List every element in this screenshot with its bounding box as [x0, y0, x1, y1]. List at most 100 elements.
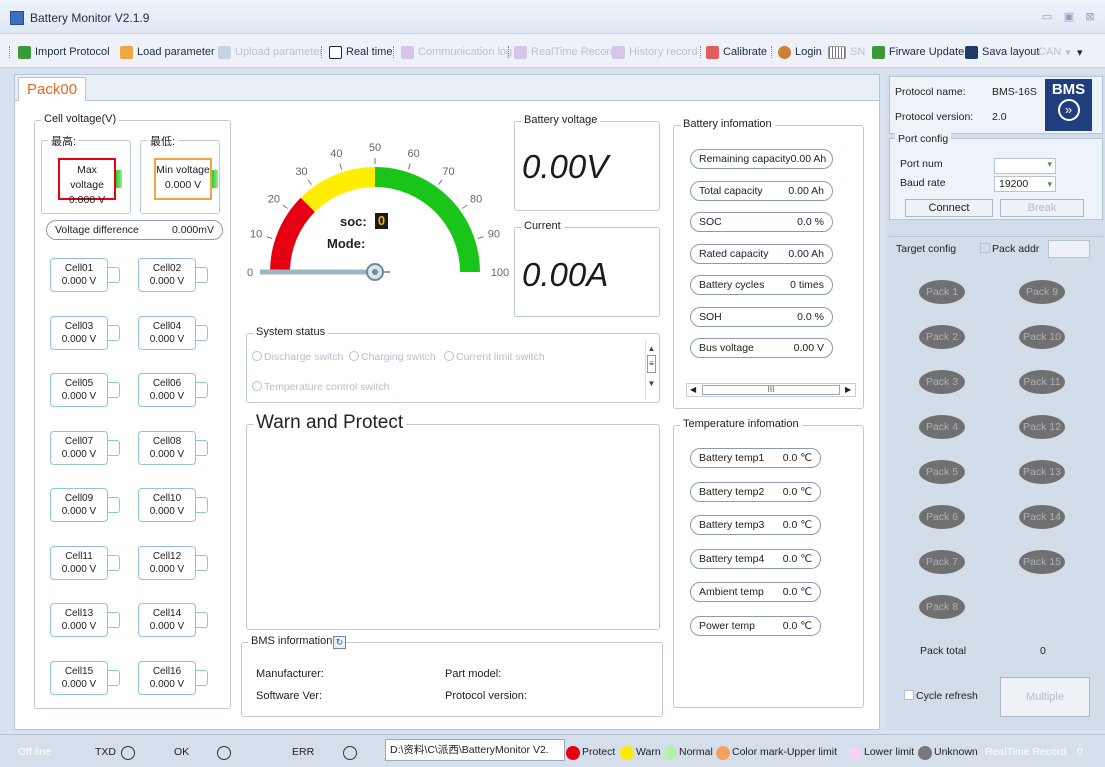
gauge-tick — [438, 179, 443, 185]
scroll-left-icon[interactable]: ◀ — [690, 384, 696, 396]
communication-log-label: Communication log — [418, 46, 513, 58]
hscroll-thumb[interactable]: III — [702, 385, 840, 395]
cell-box: Cell02 0.000 V — [138, 258, 196, 292]
firmware-update-button[interactable]: Firware Update — [872, 44, 964, 60]
cell-name: Cell12 — [152, 550, 182, 562]
tab-pack00[interactable]: Pack00 — [18, 77, 86, 101]
charging-switch-radio[interactable]: Charging switch — [349, 351, 436, 363]
connect-button[interactable]: Connect — [905, 199, 993, 217]
pack-button[interactable]: Pack 12 — [1019, 415, 1065, 439]
calibrate-button[interactable]: Calibrate — [706, 44, 767, 60]
system-status-scrollbar[interactable]: ▲ ≡ ▼ — [645, 340, 657, 400]
cell-voltage-value: 0.000 V — [149, 391, 185, 402]
radio-icon — [349, 351, 359, 361]
pack-button[interactable]: Pack 9 — [1019, 280, 1065, 304]
pack-button[interactable]: Pack 6 — [919, 505, 965, 529]
pack-button[interactable]: Pack 5 — [919, 460, 965, 484]
current-limit-switch-radio[interactable]: Current limit switch — [444, 351, 545, 363]
history-record-button[interactable]: History record — [612, 44, 697, 60]
pack-button[interactable]: Pack 14 — [1019, 505, 1065, 529]
cell-voltage-value: 0.000 V — [149, 563, 185, 575]
info-label: SOH — [699, 310, 722, 323]
communication-log-button[interactable]: Communication log — [401, 44, 512, 60]
load-icon — [120, 45, 133, 59]
pack-button[interactable]: Pack 7 — [919, 550, 965, 574]
gauge-tick-label: 70 — [442, 166, 454, 178]
scroll-down-icon[interactable]: ▼ — [646, 379, 657, 388]
txd-indicator — [121, 746, 135, 760]
cell-name: Cell14 — [152, 608, 182, 619]
pack-button[interactable]: Pack 10 — [1019, 325, 1065, 349]
pack-button[interactable]: Pack 11 — [1019, 370, 1065, 394]
system-status-title: System status — [253, 326, 329, 338]
port-num-select[interactable]: ▾ — [994, 158, 1056, 174]
gauge-yellow-band — [300, 167, 375, 212]
login-button[interactable]: Login — [778, 44, 822, 60]
cell-box: Cell09 0.000 V — [50, 488, 108, 522]
close-icon[interactable]: ⊠ — [1083, 10, 1097, 24]
cell-voltage-value: 0.000 V — [61, 448, 97, 460]
upload-icon — [218, 45, 231, 59]
baud-rate-select[interactable]: 19200 ▾ — [994, 176, 1056, 192]
pack-button[interactable]: Pack 13 — [1019, 460, 1065, 484]
scroll-thumb[interactable]: ≡ — [647, 355, 656, 373]
realtime-record-button[interactable]: RealTime Record — [514, 44, 616, 60]
gauge-tick-label: 20 — [268, 194, 280, 206]
pack-addr-checkbox[interactable]: Pack addr — [980, 243, 1039, 255]
info-label: Battery temp3 — [699, 519, 765, 532]
import-protocol-button[interactable]: Import Protocol — [18, 44, 110, 60]
real-time-toggle[interactable]: Real time — [329, 44, 392, 60]
pack-button[interactable]: Pack 4 — [919, 415, 965, 439]
load-parameter-button[interactable]: Load parameter — [120, 44, 215, 60]
maximize-icon[interactable]: ▣ — [1062, 10, 1076, 24]
break-button[interactable]: Break — [1000, 199, 1084, 217]
minimize-icon[interactable]: ▭ — [1040, 10, 1054, 24]
title-bar: Battery Monitor V2.1.9 ▭ ▣ ⊠ — [0, 0, 1105, 34]
cell-box: Cell01 0.000 V — [50, 258, 108, 292]
cell-box: Cell07 0.000 V — [50, 430, 108, 465]
barcode-icon — [828, 45, 846, 59]
voltage-difference-value: 0.000mV — [171, 224, 214, 236]
cell-name: Cell13 — [64, 608, 94, 619]
cell-name: Cell02 — [152, 263, 182, 274]
port-config-title: Port config — [895, 133, 952, 145]
info-label: Rated capacity — [699, 247, 769, 260]
target-config-divider — [889, 236, 1103, 237]
discharge-switch-label: Discharge switch — [264, 351, 344, 363]
save-layout-button[interactable]: Sava layout — [965, 44, 1039, 60]
protocol-version-label: Protocol version: — [895, 111, 974, 123]
multiple-button[interactable]: Multiple — [1000, 677, 1090, 717]
battery-info-hscrollbar[interactable]: ◀ III ▶ — [686, 383, 856, 397]
info-value: 0.00 Ah — [790, 153, 827, 165]
import-protocol-label: Import Protocol — [35, 46, 110, 58]
current-value: 0.00A — [522, 256, 609, 293]
info-label: Ambient temp — [699, 586, 764, 599]
discharge-switch-radio[interactable]: Discharge switch — [252, 351, 343, 363]
unknown-legend: Unknown — [934, 746, 978, 758]
cycle-refresh-checkbox[interactable]: Cycle refresh — [904, 690, 978, 702]
pack-button[interactable]: Pack 1 — [919, 280, 965, 304]
sn-button[interactable]: SN — [828, 44, 865, 60]
scroll-up-icon[interactable]: ▲ — [646, 344, 657, 353]
pack-button[interactable]: Pack 2 — [919, 325, 965, 349]
radio-icon — [252, 351, 262, 361]
forward-icon[interactable]: » — [1057, 99, 1080, 121]
refresh-icon[interactable]: ↻ — [333, 636, 346, 649]
cell-voltage-value: 0.000 V — [149, 621, 185, 632]
cell-box: Cell11 0.000 V — [50, 545, 108, 580]
toolbar-overflow-button[interactable]: ▾ — [1077, 44, 1083, 60]
pack-button[interactable]: Pack 8 — [919, 595, 965, 619]
pack-button[interactable]: Pack 3 — [919, 370, 965, 394]
pack-button[interactable]: Pack 15 — [1019, 550, 1065, 574]
upload-parameter-button[interactable]: Upload parameter — [218, 44, 323, 60]
normal-color-icon — [663, 746, 677, 760]
toolbar-separator — [321, 46, 323, 58]
pack-addr-input[interactable] — [1048, 240, 1090, 258]
cell-voltage-value: 0.000 V — [61, 678, 97, 690]
pack-total-value: 0 — [1040, 645, 1046, 657]
temperature-control-switch-radio[interactable]: Temperature control switch — [252, 381, 389, 393]
can-dropdown[interactable]: CAN ▾ — [1038, 44, 1071, 60]
scroll-right-icon[interactable]: ▶ — [845, 384, 851, 396]
protocol-version-value: 2.0 — [992, 111, 1007, 123]
cell-box: Cell14 0.000 V — [138, 603, 196, 637]
